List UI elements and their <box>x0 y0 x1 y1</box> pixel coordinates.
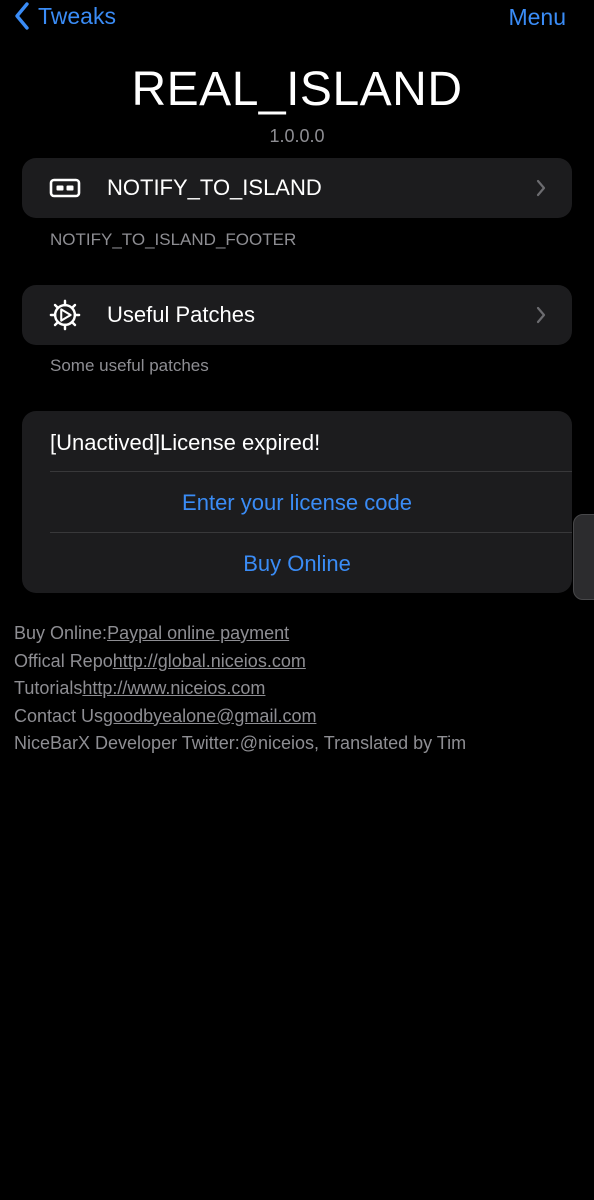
menu-button[interactable]: Menu <box>508 4 566 31</box>
official-repo-prefix: Offical Repo <box>14 650 113 671</box>
chevron-right-icon <box>536 179 546 197</box>
notify-to-island-row[interactable]: NOTIFY_TO_ISLAND <box>22 158 572 218</box>
developer-credit: NiceBarX Developer Twitter:@niceios, Tra… <box>14 730 466 758</box>
paypal-link[interactable]: Paypal online payment <box>107 623 289 643</box>
enter-license-code-button[interactable]: Enter your license code <box>22 490 572 516</box>
tutorials-info: Tutorialshttp://www.niceios.com <box>14 675 466 703</box>
useful-patches-label: Useful Patches <box>107 302 255 327</box>
official-repo-info: Offical Repohttp://global.niceios.com <box>14 648 466 676</box>
contact-prefix: Contact Us <box>14 705 104 726</box>
info-links: Buy Online:Paypal online payment Offical… <box>14 620 466 758</box>
developer-credit-text: NiceBarX Developer Twitter:@niceios, Tra… <box>14 733 467 754</box>
contact-info: Contact Usgoodbyealone@gmail.com <box>14 703 466 731</box>
repo-link[interactable]: http://global.niceios.com <box>113 651 306 671</box>
license-group: [Unactived]License expired! Enter your l… <box>22 411 572 593</box>
license-status: [Unactived]License expired! <box>50 430 321 455</box>
chevron-left-icon <box>15 2 29 30</box>
navigation-bar: Tweaks Menu <box>0 0 594 36</box>
version-label: 1.0.0.0 <box>269 126 325 146</box>
gear-icon <box>49 299 81 331</box>
pill-icon <box>49 172 81 204</box>
page-title: REAL_ISLAND <box>131 63 463 116</box>
chevron-right-icon <box>536 306 546 324</box>
email-link[interactable]: goodbyealone@gmail.com <box>103 706 316 726</box>
buy-online-button[interactable]: Buy Online <box>22 551 572 577</box>
tutorials-link[interactable]: http://www.niceios.com <box>82 678 265 698</box>
useful-patches-footer: Some useful patches <box>50 356 209 375</box>
notify-to-island-footer: NOTIFY_TO_ISLAND_FOOTER <box>50 230 297 249</box>
divider <box>50 532 572 533</box>
buy-online-prefix: Buy Online: <box>14 623 108 643</box>
useful-patches-row[interactable]: Useful Patches <box>22 285 572 345</box>
back-button[interactable]: Tweaks <box>14 2 116 30</box>
notify-to-island-label: NOTIFY_TO_ISLAND <box>107 175 322 200</box>
buy-online-info: Buy Online:Paypal online payment <box>14 620 466 648</box>
divider <box>50 471 572 472</box>
tutorials-prefix: Tutorials <box>14 678 83 699</box>
back-button-label: Tweaks <box>38 2 116 29</box>
scroll-handle[interactable] <box>573 514 594 600</box>
